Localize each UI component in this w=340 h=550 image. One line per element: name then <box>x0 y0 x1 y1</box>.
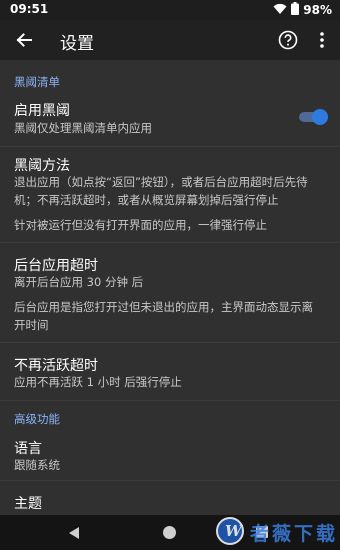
setting-language[interactable]: 语言 跟随系统 <box>0 428 340 476</box>
setting-background-timeout[interactable]: 后台应用超时 离开后台应用 30 分钟 后 后台应用是指您打开过但未退出的应用，… <box>0 243 340 338</box>
setting-language-title: 语言 <box>14 441 42 457</box>
setting-inactive-timeout[interactable]: 不再活跃超时 应用不再活跃 1 小时 后强行停止 <box>0 343 340 397</box>
app-bar: 设置 <box>0 20 340 60</box>
help-circle-icon <box>278 30 298 50</box>
battery-level: 98% <box>303 3 332 17</box>
setting-background-timeout-title: 后台应用超时 <box>14 258 98 274</box>
setting-background-timeout-summary: 离开后台应用 30 分钟 后 <box>14 275 144 289</box>
setting-inactive-timeout-summary: 应用不再活跃 1 小时 后强行停止 <box>14 375 182 389</box>
toggle-thumb <box>312 109 328 125</box>
page-title: 设置 <box>60 34 94 54</box>
section-header-advanced: 高级功能 <box>14 412 60 426</box>
nav-home-icon[interactable] <box>163 526 176 539</box>
help-button[interactable] <box>276 28 300 52</box>
enable-toggle[interactable] <box>297 109 328 125</box>
more-vert-icon <box>320 32 324 48</box>
setting-background-timeout-note-2: 开时间 <box>14 318 49 332</box>
status-indicators: 98% <box>273 2 332 18</box>
setting-method-summary-1: 退出应用（如点按“返回”按钮），或者后台应用超时后先待 <box>14 175 308 189</box>
watermark-logo: W 者薇下载 <box>216 514 340 548</box>
setting-enable-summary: 黑阈仅处理黑阈清单内应用 <box>14 121 152 135</box>
back-button[interactable] <box>12 28 36 52</box>
divider <box>0 400 340 401</box>
section-header-blacklist: 黑阈清单 <box>14 75 60 89</box>
setting-enable[interactable]: 启用黑阈 黑阈仅处理黑阈清单内应用 <box>0 90 340 144</box>
setting-language-summary: 跟随系统 <box>14 458 60 472</box>
setting-enable-title: 启用黑阈 <box>14 103 70 119</box>
setting-theme-title: 主题 <box>14 496 42 512</box>
watermark-badge-icon: W <box>216 517 244 545</box>
setting-inactive-timeout-title: 不再活跃超时 <box>14 358 98 374</box>
status-bar: 09:51 98% <box>0 0 340 20</box>
setting-theme[interactable]: 主题 <box>0 481 340 515</box>
more-options-button[interactable] <box>310 28 334 52</box>
wifi-icon <box>273 3 287 18</box>
arrow-left-icon <box>16 33 32 47</box>
watermark-text: 者薇下载 <box>250 523 339 545</box>
setting-background-timeout-note-1: 后台应用是指您打开过但未退出的应用，主界面动态显示离 <box>14 300 313 314</box>
setting-method-title: 黑阈方法 <box>14 158 70 174</box>
status-time: 09:51 <box>10 2 49 16</box>
setting-method[interactable]: 黑阈方法 退出应用（如点按“返回”按钮），或者后台应用超时后先待 机；不再活跃超… <box>0 147 340 239</box>
setting-method-note: 针对被运行但没有打开界面的应用，一律强行停止 <box>14 218 267 232</box>
nav-back-icon[interactable] <box>66 525 82 541</box>
battery-icon <box>291 2 300 18</box>
setting-method-summary-2: 机；不再活跃超时，或者从概览屏幕划掉后强行停止 <box>14 193 279 207</box>
settings-list: 黑阈清单 启用黑阈 黑阈仅处理黑阈清单内应用 黑阈方法 退出应用（如点按“返回”… <box>0 60 340 515</box>
